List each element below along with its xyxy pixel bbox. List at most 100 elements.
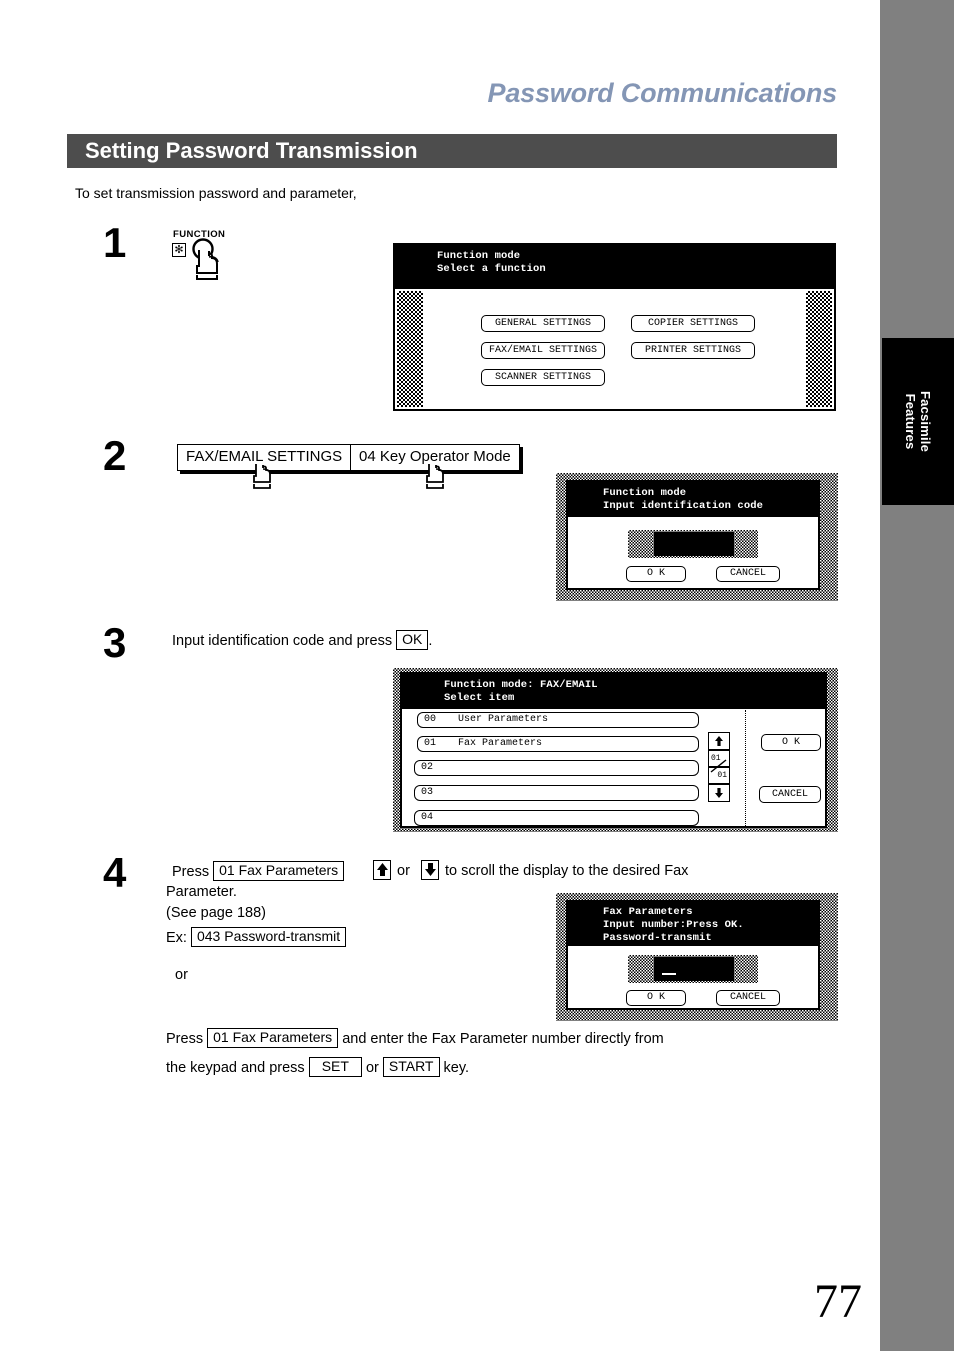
lcd-identification-code-input[interactable]	[654, 532, 734, 556]
section-title: Setting Password Transmission	[85, 138, 418, 163]
scroll-up-key[interactable]	[373, 860, 391, 880]
step-4-line-4: Press 01 Fax Parameters and enter the Fa…	[166, 1028, 664, 1049]
lcd-header-line-3: Password-transmit	[603, 932, 712, 944]
lcd-panel-fax-parameters-input: Fax Parameters Input number:Press OK. Pa…	[556, 893, 838, 1021]
step-3-instruction: Input identification code and press OK.	[172, 630, 432, 651]
scroll-up-button[interactable]	[708, 732, 730, 750]
fax-parameters-keycap-2[interactable]: 01 Fax Parameters	[207, 1028, 339, 1048]
step-4-or-label-2: or	[175, 967, 188, 983]
scroll-down-button[interactable]	[708, 784, 730, 802]
lcd-button-label: FAX/EMAIL SETTINGS	[488, 344, 598, 356]
step-number-3: 3	[103, 619, 127, 666]
arrow-up-icon	[715, 736, 723, 746]
lcd-button-label: SCANNER SETTINGS	[494, 371, 591, 383]
lcd-button-fax-email-settings[interactable]: FAX/EMAIL SETTINGS	[481, 342, 605, 359]
ok-keycap[interactable]: OK	[396, 630, 429, 650]
lcd-row-index: 02	[421, 762, 434, 773]
arrow-down-icon	[715, 788, 723, 798]
lcd-cancel-button[interactable]: CANCEL	[759, 786, 821, 803]
lcd-header: Function mode Select a function	[395, 245, 834, 289]
set-keycap[interactable]: SET	[308, 1057, 362, 1077]
text-cursor	[662, 973, 676, 975]
chapter-title: Password Communications	[487, 78, 838, 108]
arrow-down-icon	[424, 863, 436, 876]
step-4-press-label-2: Press	[166, 1031, 204, 1047]
lcd-header-line-2: Select a function	[437, 263, 546, 275]
step-4-or-label-1: or	[397, 863, 410, 879]
lcd-panel-input-identification-code: Function mode Input identification code …	[556, 473, 838, 601]
lcd-header-line-1: Function mode	[603, 487, 687, 499]
fax-parameters-keycap[interactable]: 01 Fax Parameters	[213, 861, 345, 881]
lcd-header-line-2: Select item	[444, 692, 515, 704]
lcd-header-line-2: Input identification code	[603, 500, 764, 512]
lcd-button-label: COPIER SETTINGS	[647, 317, 738, 329]
lcd-cancel-button[interactable]: CANCEL	[716, 566, 780, 582]
lcd-header-line-2: Input number:Press OK.	[603, 919, 744, 931]
lcd-vertical-divider	[745, 710, 746, 828]
section-title-bar: Setting Password Transmission	[67, 134, 837, 168]
step-4-line-1: Press 01 Fax Parameters	[172, 861, 345, 882]
lcd-texture-right	[806, 291, 832, 407]
lcd-row-index: 01	[424, 738, 437, 749]
start-keycap[interactable]: START	[382, 1057, 440, 1077]
step-3-text-after: .	[428, 633, 433, 649]
lcd-panel-function-mode-select: Function mode Select a function GENERAL …	[393, 243, 838, 413]
step-number-1: 1	[103, 219, 127, 266]
lcd-row-user-parameters[interactable]: 00 User Parameters	[417, 712, 699, 728]
lcd-button-copier-settings[interactable]: COPIER SETTINGS	[631, 315, 755, 332]
step-4-key-label: key.	[443, 1060, 470, 1076]
page-number: 77	[814, 1275, 862, 1328]
lcd-row-fax-parameters[interactable]: 01 Fax Parameters	[417, 736, 699, 752]
hand-pointer-icon	[426, 464, 445, 489]
step-3-text-before: Input identification code and press	[172, 633, 393, 649]
lcd-row-index: 04	[421, 812, 434, 823]
lcd-row-03[interactable]: 03	[414, 785, 699, 801]
lcd-ok-button[interactable]: O K	[626, 990, 686, 1006]
lcd-row-label: Fax Parameters	[458, 738, 543, 749]
password-transmit-keycap[interactable]: 043 Password-transmit	[190, 927, 347, 947]
lcd-header: Fax Parameters Input number:Press OK. Pa…	[568, 902, 818, 946]
lcd-header-line-1: Function mode: FAX/EMAIL	[444, 679, 598, 691]
lcd-button-label: CANCEL	[729, 992, 766, 1003]
index-tab-label: Facsimile Features	[903, 390, 933, 453]
step-4-or-label-3: or	[365, 1060, 379, 1076]
lcd-button-scanner-settings[interactable]: SCANNER SETTINGS	[481, 369, 605, 386]
lcd-row-index: 03	[421, 787, 434, 798]
lcd-button-label: O K	[646, 568, 665, 579]
index-tab-facsimile-features: Facsimile Features	[882, 338, 954, 505]
scroll-down-key[interactable]	[421, 860, 439, 880]
lcd-header-line-1: Function mode	[437, 250, 521, 262]
step-number-4: 4	[103, 849, 127, 896]
star-key-icon: ✻	[172, 243, 186, 257]
lcd-button-label: CANCEL	[771, 788, 808, 800]
lcd-panel-fax-email-select-item: Function mode: FAX/EMAIL Select item 00 …	[393, 668, 838, 832]
lcd-cancel-button[interactable]: CANCEL	[716, 990, 780, 1006]
lcd-ok-button[interactable]: O K	[626, 566, 686, 582]
example-label: Ex:	[166, 930, 187, 946]
lcd-number-input[interactable]	[654, 957, 734, 981]
lcd-button-general-settings[interactable]: GENERAL SETTINGS	[481, 315, 605, 332]
arrow-up-icon	[376, 863, 388, 876]
lcd-button-label: PRINTER SETTINGS	[644, 344, 741, 356]
lcd-button-label: O K	[781, 736, 800, 748]
step-4-keypad-label: the keypad and press	[166, 1060, 305, 1076]
hand-pointer-icon	[253, 464, 272, 489]
lcd-row-label: User Parameters	[458, 714, 549, 725]
step-4-line-5: the keypad and press SET or START key.	[166, 1057, 469, 1078]
step-4-example: Ex: 043 Password-transmit	[166, 927, 347, 948]
star-glyph: ✻	[174, 243, 184, 256]
lcd-header: Function mode: FAX/EMAIL Select item	[402, 674, 825, 709]
intro-text: To set transmission password and paramet…	[75, 185, 357, 201]
lcd-ok-button[interactable]: O K	[761, 734, 821, 751]
step-4-line-3: (See page 188)	[166, 905, 266, 921]
lcd-row-04[interactable]: 04	[414, 810, 699, 826]
scroll-divider-slash	[710, 759, 727, 773]
lcd-row-02[interactable]: 02	[414, 760, 699, 776]
lcd-header-line-1: Fax Parameters	[603, 906, 693, 918]
step-4-press-label: Press	[172, 864, 210, 880]
lcd-button-label: CANCEL	[729, 568, 766, 579]
lcd-button-printer-settings[interactable]: PRINTER SETTINGS	[631, 342, 755, 359]
step-4-line-1-tail: to scroll the display to the desired Fax	[445, 863, 689, 879]
right-edge-band	[880, 0, 954, 1351]
lcd-row-index: 00	[424, 714, 437, 725]
